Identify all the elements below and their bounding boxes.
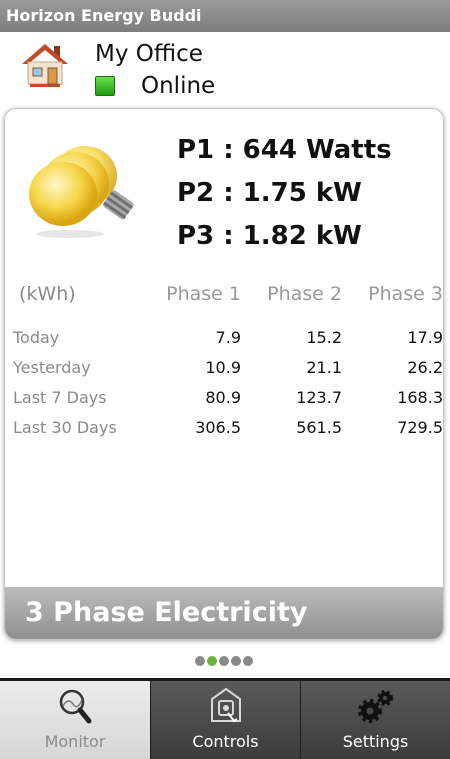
table-row: Today 7.9 15.2 17.9 <box>5 325 443 355</box>
app-title: Horizon Energy Buddi <box>6 6 202 25</box>
page-indicator[interactable] <box>195 656 253 668</box>
light-bulb-icon <box>29 146 134 238</box>
table-header-row: (kWh) Phase 1 Phase 2 Phase 3 <box>5 279 443 325</box>
table-row: Last 30 Days 306.5 561.5 729.5 <box>5 415 443 445</box>
site-header: My Office Online <box>0 32 450 104</box>
power-readings: P1 : 644 Watts P2 : 1.75 kW P3 : 1.82 kW <box>177 133 392 262</box>
tab-label: Monitor <box>44 732 106 751</box>
table-cell: 10.9 <box>205 358 241 377</box>
row-label: Yesterday <box>13 358 91 377</box>
page-dot[interactable] <box>231 656 241 666</box>
tab-settings[interactable]: Settings <box>300 678 450 759</box>
table-cell: 306.5 <box>195 418 241 437</box>
card-footer-title: 3 Phase Electricity <box>5 587 443 639</box>
status-text: Online <box>141 73 216 99</box>
site-name: My Office <box>95 41 203 67</box>
tab-monitor[interactable]: Monitor <box>0 678 150 759</box>
page-dot[interactable] <box>195 656 205 666</box>
controls-icon <box>210 687 241 723</box>
page-dot[interactable] <box>219 656 229 666</box>
table-cell: 729.5 <box>397 418 443 437</box>
row-label: Today <box>13 328 60 347</box>
column-header: Phase 2 <box>267 283 342 305</box>
tab-label: Controls <box>192 732 259 751</box>
unit-label: (kWh) <box>19 283 76 305</box>
tab-label: Settings <box>342 732 409 751</box>
page-dot-active[interactable] <box>207 656 217 666</box>
column-header: Phase 1 <box>166 283 241 305</box>
online-status-indicator <box>95 76 115 96</box>
table-cell: 80.9 <box>205 388 241 407</box>
table-cell: 26.2 <box>407 358 443 377</box>
table-cell: 168.3 <box>397 388 443 407</box>
table-cell: 561.5 <box>296 418 342 437</box>
card-title: 3 Phase Electricity <box>25 597 308 628</box>
table-row: Last 7 Days 80.9 123.7 168.3 <box>5 385 443 415</box>
house-icon <box>22 44 68 87</box>
phase2-power: P2 : 1.75 kW <box>177 178 362 208</box>
phase1-power: P1 : 644 Watts <box>177 135 392 165</box>
table-cell: 17.9 <box>407 328 443 347</box>
table-cell: 21.1 <box>306 358 342 377</box>
row-label: Last 30 Days <box>13 418 117 437</box>
phase3-power: P3 : 1.82 kW <box>177 221 362 251</box>
table-cell: 7.9 <box>215 328 241 347</box>
row-label: Last 7 Days <box>13 388 107 407</box>
energy-table: (kWh) Phase 1 Phase 2 Phase 3 Today 7.9 … <box>5 279 443 445</box>
tab-controls[interactable]: Controls <box>150 678 300 759</box>
magnifier-icon <box>59 689 92 724</box>
bottom-tab-bar: Monitor Controls Settings <box>0 678 450 759</box>
table-row: Yesterday 10.9 21.1 26.2 <box>5 355 443 385</box>
table-cell: 15.2 <box>306 328 342 347</box>
page-dot[interactable] <box>243 656 253 666</box>
column-header: Phase 3 <box>368 283 443 305</box>
app-title-bar: Horizon Energy Buddi <box>0 0 450 32</box>
gears-icon <box>357 690 393 723</box>
monitor-card[interactable]: P1 : 644 Watts P2 : 1.75 kW P3 : 1.82 kW… <box>4 108 444 640</box>
table-cell: 123.7 <box>296 388 342 407</box>
